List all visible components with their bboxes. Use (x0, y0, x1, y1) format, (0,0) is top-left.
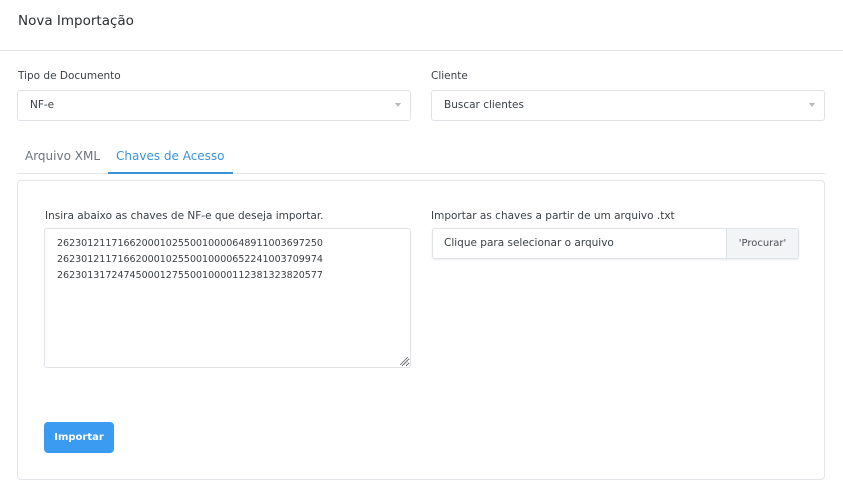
file-input[interactable]: Clique para selecionar o arquivo 'Procur… (432, 228, 799, 259)
file-placeholder: Clique para selecionar o arquivo (444, 237, 614, 249)
access-key-line: 2623013172474500012755001000011238132382… (57, 270, 323, 281)
document-type-label: Tipo de Documento (18, 70, 121, 82)
page-header: Nova Importação (0, 0, 843, 51)
resize-grip-icon[interactable] (400, 357, 408, 365)
client-label: Cliente (431, 70, 468, 82)
keys-label: Insira abaixo as chaves de NF-e que dese… (45, 210, 324, 222)
import-button[interactable]: Importar (44, 422, 114, 453)
tab-chaves-de-acesso[interactable]: Chaves de Acesso (108, 141, 233, 174)
keys-textarea[interactable]: 2623012117166200010255001000064891100369… (44, 228, 411, 368)
caret-down-icon (809, 103, 815, 107)
access-key-line: 2623012117166200010255001000064891100369… (57, 238, 323, 249)
file-label: Importar as chaves a partir de um arquiv… (431, 210, 675, 222)
tab-arquivo-xml[interactable]: Arquivo XML (17, 141, 108, 174)
import-tabs: Arquivo XML Chaves de Acesso (17, 141, 825, 174)
browse-button[interactable]: 'Procurar' (726, 229, 798, 258)
document-type-value: NF-e (30, 99, 55, 111)
access-key-line: 2623012117166200010255001000065224100370… (57, 254, 323, 265)
client-value: Buscar clientes (444, 99, 524, 111)
access-keys-panel: Insira abaixo as chaves de NF-e que dese… (17, 180, 825, 480)
document-type-select[interactable]: NF-e (17, 90, 411, 121)
client-select[interactable]: Buscar clientes (431, 90, 825, 121)
page-title: Nova Importação (18, 13, 134, 29)
caret-down-icon (395, 103, 401, 107)
